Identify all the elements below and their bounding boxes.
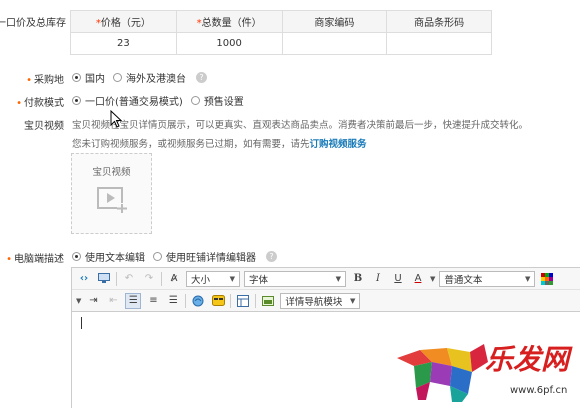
purchase-option-domestic[interactable]: 国内 — [72, 70, 105, 85]
radio-shop-editor[interactable] — [153, 252, 162, 261]
stock-table: *价格（元） *总数量（件） 商家编码 商品条形码 23 1000 — [70, 10, 492, 55]
radio-presale[interactable] — [190, 96, 200, 105]
align-center-icon[interactable]: ≡ — [145, 293, 161, 309]
source-code-icon[interactable]: ‹› — [76, 271, 92, 287]
chevron-down-icon[interactable]: ▼ — [76, 297, 81, 305]
help-icon[interactable]: ? — [266, 251, 277, 262]
font-size-select[interactable]: 大小 ▼ — [186, 270, 240, 287]
preview-icon[interactable] — [96, 271, 112, 287]
italic-icon[interactable]: I — [370, 271, 386, 287]
video-label: 宝贝视频 — [24, 121, 64, 132]
editor-toolbar-row-1: ‹› ↶ ↷ A̷ 大小 ▼ 字体 ▼ B I U A ▼ 普通文本 ▼ — [72, 268, 580, 290]
purchase-options: 国内 海外及港澳台 ? — [72, 70, 207, 85]
merchant-code-cell[interactable] — [281, 32, 388, 55]
font-color-icon[interactable]: A — [410, 271, 426, 287]
payment-options: 一口价(普通交易模式) 预售设置 — [72, 93, 252, 108]
toolbar-separator — [116, 271, 117, 286]
format-select[interactable]: 普通文本 ▼ — [439, 270, 536, 287]
merchant-code-header: 商家编码 — [281, 10, 388, 33]
align-left-icon[interactable]: ☰ — [125, 292, 142, 309]
order-video-link[interactable]: 订购视频服务 — [310, 139, 367, 150]
color-grid-icon[interactable] — [539, 271, 555, 287]
purchase-label: • 采购地 — [26, 75, 64, 86]
pc-desc-label: • 电脑端描述 — [6, 254, 64, 265]
image-module-icon[interactable] — [260, 293, 276, 309]
redo-icon[interactable]: ↷ — [141, 271, 157, 287]
video-add-icon — [97, 187, 127, 213]
mouse-cursor-icon — [110, 110, 122, 128]
align-right-icon[interactable]: ☰ — [165, 293, 181, 309]
price-header: *价格（元） — [70, 10, 177, 33]
pc-desc-option-shop-editor[interactable]: 使用旺铺详情编辑器 — [153, 249, 256, 264]
link-globe-icon[interactable] — [190, 293, 206, 309]
pc-desc-options: 使用文本编辑 使用旺铺详情编辑器 ? — [72, 249, 277, 264]
barcode-header: 商品条形码 — [386, 10, 492, 33]
detail-nav-module-select[interactable]: 详情导航模块 ▼ — [280, 292, 361, 309]
toolbar-separator — [161, 271, 162, 286]
watermark-brand: 乐发网 — [485, 343, 570, 376]
emoticon-icon[interactable] — [210, 293, 226, 309]
radio-overseas[interactable] — [113, 73, 122, 82]
purchase-option-overseas[interactable]: 海外及港澳台 — [113, 70, 186, 85]
payment-label: • 付款模式 — [16, 98, 64, 109]
barcode-cell[interactable] — [386, 32, 492, 55]
radio-fixed-price[interactable] — [72, 96, 81, 105]
toolbar-separator — [185, 293, 187, 308]
payment-option-fixed-price[interactable]: 一口价(普通交易模式) — [72, 93, 183, 108]
watermark-url: www.6pf.cn — [510, 385, 568, 396]
quantity-header: *总数量（件） — [175, 10, 283, 33]
bold-icon[interactable]: B — [350, 271, 366, 287]
chevron-down-icon[interactable]: ▼ — [430, 275, 435, 283]
editor-toolbar-row-2: ▼ ⇥ ⇤ ☰ ≡ ☰ 详情导航模块 ▼ — [72, 290, 580, 312]
video-notice: 您未订购视频服务，或视频服务已过期，如有需要，请先订购视频服务 — [72, 139, 367, 150]
font-family-select[interactable]: 字体 ▼ — [244, 270, 346, 287]
toolbar-separator — [230, 293, 232, 308]
clear-format-icon[interactable]: A̷ — [166, 271, 182, 287]
video-box-title: 宝贝视频 — [92, 167, 131, 178]
video-description: 宝贝视频在宝贝详情页展示，可以更真实、直观表达商品卖点。消费者决策前最后一步，快… — [72, 120, 529, 131]
table-icon[interactable] — [235, 293, 251, 309]
stock-label: 一口价及总库存 — [0, 18, 66, 29]
pc-desc-option-text[interactable]: 使用文本编辑 — [72, 249, 145, 264]
stock-value-row: 23 1000 — [70, 32, 492, 55]
undo-icon[interactable]: ↶ — [121, 271, 137, 287]
radio-text-editor[interactable] — [72, 252, 81, 261]
outdent-icon[interactable]: ⇤ — [105, 293, 121, 309]
help-icon[interactable]: ? — [196, 72, 207, 83]
payment-option-presale[interactable]: 预售设置 — [190, 93, 244, 108]
indent-icon[interactable]: ⇥ — [85, 293, 101, 309]
quantity-cell[interactable]: 1000 — [175, 32, 283, 55]
stock-header-row: *价格（元） *总数量（件） 商家编码 商品条形码 — [70, 10, 492, 33]
radio-domestic[interactable] — [72, 73, 81, 82]
price-cell[interactable]: 23 — [70, 32, 177, 55]
text-cursor — [81, 317, 82, 329]
underline-icon[interactable]: U — [390, 271, 406, 287]
video-upload-box[interactable]: 宝贝视频 — [71, 153, 152, 234]
toolbar-separator — [255, 293, 257, 308]
